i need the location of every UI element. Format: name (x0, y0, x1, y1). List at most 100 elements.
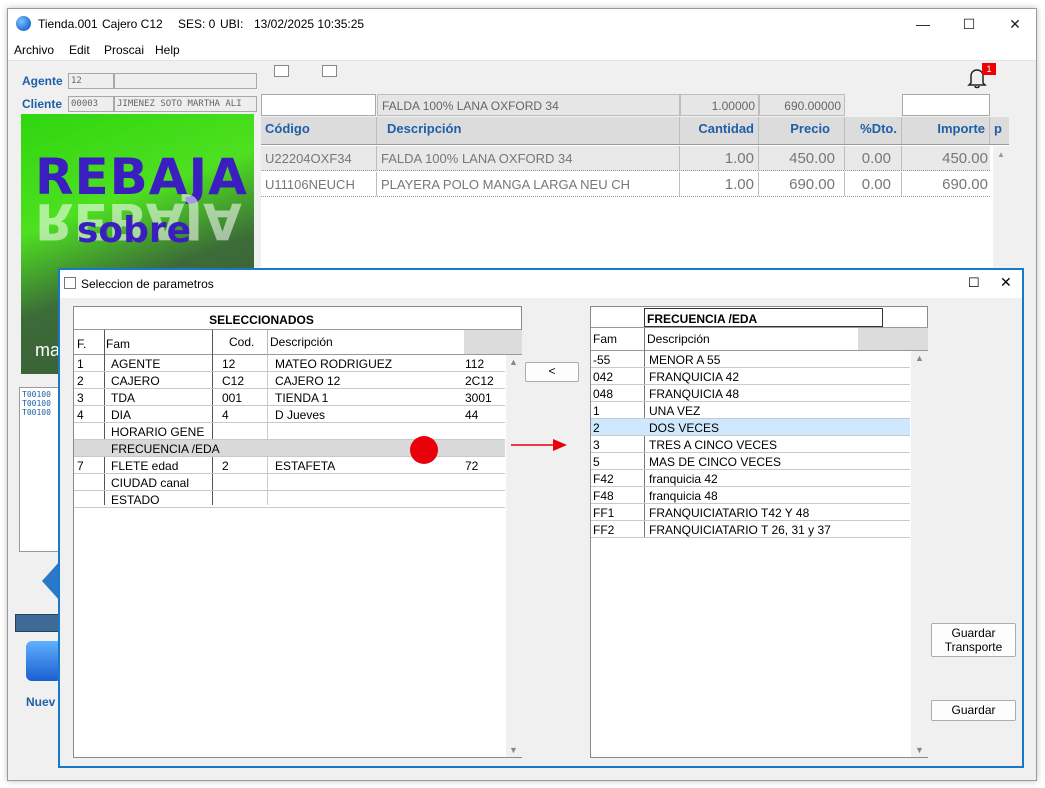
scroll-down-icon[interactable]: ▼ (509, 745, 518, 755)
dialog-title-bar: Seleccion de parametros ☐ ✕ (60, 270, 1022, 298)
list-item[interactable]: F48 franquicia 48 (591, 487, 910, 504)
option-checkbox-2[interactable] (322, 65, 337, 77)
guardar-transporte-button[interactable]: Guardar Transporte (931, 623, 1016, 657)
list-item[interactable]: 1 UNA VEZ (591, 402, 910, 419)
row-precio: 690.00 (759, 172, 845, 196)
table-row[interactable]: U22204OXF34 FALDA 100% LANA OXFORD 34 1.… (261, 146, 990, 171)
list-item[interactable]: T00100 (22, 399, 58, 408)
side-list[interactable]: T00100 T00100 T00100 (19, 387, 61, 552)
row-codigo: U11106NEUCH (261, 172, 377, 196)
grid-header-descripcion[interactable]: Descripción (377, 117, 680, 144)
logo-fragment (38, 561, 60, 601)
list-item-selected[interactable]: 2 DOS VECES (591, 419, 910, 436)
col-descripcion[interactable]: Descripción (647, 332, 710, 346)
scroll-up-icon[interactable]: ▲ (997, 150, 1005, 159)
option-checkbox-1[interactable] (274, 65, 289, 77)
list-item[interactable]: T00100 (22, 408, 58, 417)
list-item[interactable]: 042 FRANQUICIA 42 (591, 368, 910, 385)
nuevo-label[interactable]: Nuev (26, 695, 55, 709)
grid-header-dto[interactable]: %Dto. (845, 117, 902, 144)
importe-input[interactable] (902, 94, 990, 116)
scroll-up-icon[interactable]: ▲ (915, 353, 924, 363)
col-fam[interactable]: Fam (593, 332, 617, 346)
list-item[interactable]: 5 MAS DE CINCO VECES (591, 453, 910, 470)
entry-precio: 690.00000 (759, 94, 845, 116)
grid-header-importe[interactable]: Importe (902, 117, 990, 144)
list-item[interactable]: T00100 (22, 390, 58, 399)
grid-header: Código Descripción Cantidad Precio %Dto.… (261, 117, 1009, 145)
table-row[interactable]: 4 DIA 4 D Jueves 44 (74, 406, 505, 423)
promo-subheadline: sobre (77, 210, 192, 251)
notification-bell-icon[interactable]: 1 (964, 63, 996, 91)
col-cod[interactable]: Cod. (229, 335, 254, 349)
new-document-icon[interactable] (26, 641, 62, 681)
options-panel-title: FRECUENCIA /EDA (647, 312, 758, 326)
arrow-right-icon (511, 436, 569, 454)
guardar-transporte-label-2: Transporte (944, 640, 1003, 654)
table-row-selected[interactable]: FRECUENCIA /EDA (74, 436, 505, 464)
col-fam[interactable]: Fam (106, 337, 130, 351)
options-title-box: FRECUENCIA /EDA (644, 308, 883, 327)
row-cantidad: 1.00 (680, 146, 759, 170)
list-item[interactable]: FF1 FRANQUICIATARIO T42 Y 48 (591, 504, 910, 521)
close-button[interactable]: ✕ (1004, 15, 1026, 33)
scroll-down-icon[interactable]: ▼ (915, 745, 924, 755)
grid-header-precio[interactable]: Precio (759, 117, 845, 144)
menu-help[interactable]: Help (155, 43, 180, 57)
list-item[interactable]: -55 MENOR A 55 (591, 351, 910, 368)
list-item[interactable]: 3 TRES A CINCO VECES (591, 436, 910, 453)
list-item[interactable]: FF2 FRANQUICIATARIO T 26, 31 y 37 (591, 521, 910, 538)
selected-panel: SELECCIONADOS F. Fam Cod. Descripción 1A… (73, 306, 522, 758)
table-row[interactable]: U11106NEUCH PLAYERA POLO MANGA LARGA NEU… (261, 172, 990, 197)
entry-description: FALDA 100% LANA OXFORD 34 (377, 94, 680, 116)
move-left-button[interactable]: < (525, 362, 579, 382)
agente-field[interactable]: 12 (68, 73, 114, 89)
dialog-close-button[interactable]: ✕ (1000, 274, 1012, 291)
row-codigo: U22204OXF34 (261, 146, 377, 170)
grid-header-codigo[interactable]: Código (261, 117, 377, 144)
col-f[interactable]: F. (77, 337, 86, 351)
agente-name-field[interactable] (114, 73, 257, 89)
agente-label: Agente (22, 74, 63, 88)
row-descripcion: FALDA 100% LANA OXFORD 34 (377, 146, 680, 170)
options-header-row: Fam Descripción (591, 327, 928, 352)
selected-header-row: F. Fam Cod. Descripción (74, 329, 522, 356)
window-title: Tienda.001 (38, 17, 98, 31)
menu-proscai[interactable]: Proscai (104, 43, 144, 57)
cajero-label: Cajero C12 (102, 17, 163, 31)
dialog-window-icon (64, 277, 76, 289)
scroll-up-icon[interactable]: ▲ (509, 357, 518, 367)
dialog-title: Seleccion de parametros (81, 277, 214, 291)
table-row[interactable]: 2 CAJERO C12 CAJERO 12 2C12 (74, 372, 505, 389)
col-descripcion[interactable]: Descripción (270, 335, 333, 349)
parameter-dialog: Seleccion de parametros ☐ ✕ SELECCIONADO… (58, 268, 1024, 768)
title-bar: Tienda.001 Cajero C12 SES: 0 UBI: 13/02/… (8, 9, 1036, 39)
menu-archivo[interactable]: Archivo (14, 43, 54, 57)
grid-header-cantidad[interactable]: Cantidad (680, 117, 759, 144)
row-descripcion: PLAYERA POLO MANGA LARGA NEU CH (377, 172, 680, 196)
options-scrollbar[interactable]: ▲ ▼ (911, 351, 928, 757)
menu-bar: Archivo Edit Proscai Help (8, 39, 1036, 61)
minimize-button[interactable]: — (912, 15, 934, 33)
dialog-maximize-button[interactable]: ☐ (968, 275, 980, 291)
grid-header-p[interactable]: p (990, 117, 1009, 144)
table-row[interactable]: CIUDAD canal (74, 474, 505, 491)
code-input[interactable] (261, 94, 376, 116)
table-row[interactable]: 1 AGENTE 12 MATEO RODRIGUEZ 112 (74, 355, 505, 372)
table-row[interactable]: HORARIO GENE (74, 423, 505, 440)
selected-panel-title: SELECCIONADOS (209, 313, 314, 327)
row-dto: 0.00 (845, 172, 902, 196)
table-row[interactable]: ESTADO (74, 491, 505, 508)
table-row[interactable]: 7 FLETE edad 2 ESTAFETA 72 (74, 457, 505, 474)
list-item[interactable]: F42 franquicia 42 (591, 470, 910, 487)
cliente-label: Cliente (22, 97, 63, 111)
cliente-name-field[interactable]: JIMENEZ SOTO MARTHA ALI (114, 96, 257, 112)
selected-scrollbar[interactable]: ▲ ▼ (506, 355, 522, 757)
maximize-button[interactable]: ☐ (958, 15, 980, 33)
list-item[interactable]: 048 FRANQUICIA 48 (591, 385, 910, 402)
cliente-code-field[interactable]: 00003 (68, 96, 114, 112)
table-row[interactable]: 3 TDA 001 TIENDA 1 3001 (74, 389, 505, 406)
guardar-button[interactable]: Guardar (931, 700, 1016, 721)
ubi-label: UBI: (220, 17, 244, 31)
menu-edit[interactable]: Edit (69, 43, 90, 57)
